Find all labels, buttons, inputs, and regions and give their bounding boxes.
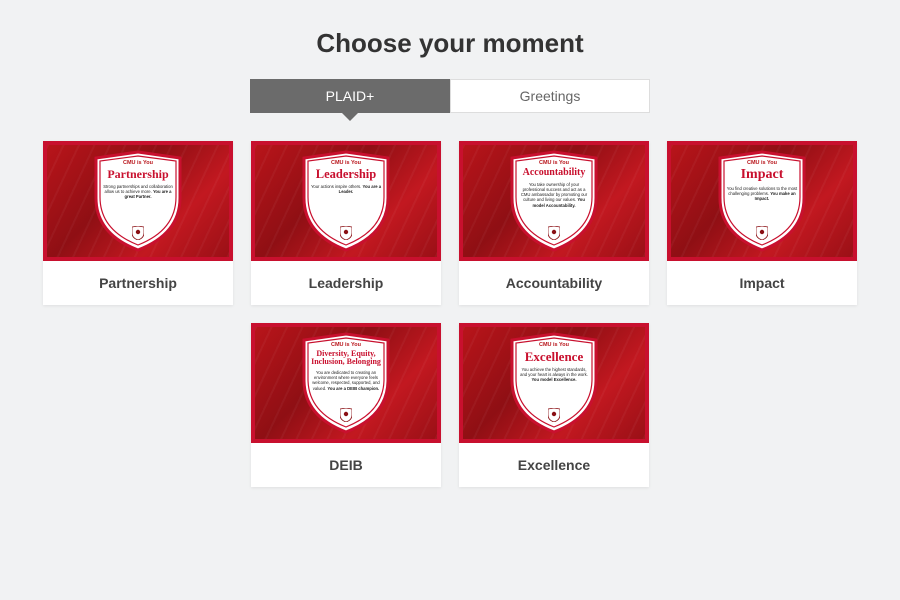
shield-icon: CMU is You Excellence You achieve the high…: [506, 332, 602, 434]
card-image: CMU is You Accountability You take ownersh…: [459, 141, 649, 261]
shield-title: Accountability: [510, 168, 598, 179]
card-image: CMU is You Diversity, Equity, Inclusion, …: [251, 323, 441, 443]
card-image: CMU is You Excellence You achieve the high…: [459, 323, 649, 443]
shield-title: Partnership: [94, 168, 182, 181]
tab-plaid-plus[interactable]: PLAID+: [250, 79, 450, 113]
shield-desc: You achieve the highest standards, and y…: [510, 367, 598, 383]
shield-icon: CMU is You Diversity, Equity, Inclusion, …: [298, 332, 394, 434]
shield-desc: You are dedicated to creating an environ…: [302, 370, 390, 391]
moment-card-accountability[interactable]: CMU is You Accountability You take ownersh…: [459, 141, 649, 305]
shield-brand: CMU is You: [302, 160, 390, 166]
shield-brand: CMU is You: [302, 342, 390, 348]
shield-title: Diversity, Equity, Inclusion, Belonging: [302, 350, 390, 367]
shield-desc: You find creative solutions to the most …: [718, 186, 806, 202]
page-title: Choose your moment: [0, 0, 900, 79]
tab-greetings[interactable]: Greetings: [450, 79, 650, 113]
mini-badge-icon: [756, 226, 768, 240]
mini-badge-icon: [132, 226, 144, 240]
moment-card-leadership[interactable]: CMU is You Leadership Your actions inspire…: [251, 141, 441, 305]
mini-badge-icon: [548, 408, 560, 422]
card-label: DEIB: [251, 443, 441, 487]
card-label: Impact: [667, 261, 857, 305]
moment-card-deib[interactable]: CMU is You Diversity, Equity, Inclusion, …: [251, 323, 441, 487]
mini-badge-icon: [340, 226, 352, 240]
shield-brand: CMU is You: [510, 342, 598, 348]
shield-title: Impact: [718, 168, 806, 183]
tab-bar: PLAID+ Greetings: [0, 79, 900, 113]
card-image: CMU is You Impact You find creative soluti…: [667, 141, 857, 261]
moment-card-partnership[interactable]: CMU is You Partnership Strong partnerships…: [43, 141, 233, 305]
shield-icon: CMU is You Impact You find creative soluti…: [714, 150, 810, 252]
moment-card-excellence[interactable]: CMU is You Excellence You achieve the high…: [459, 323, 649, 487]
shield-brand: CMU is You: [510, 160, 598, 166]
shield-desc: You take ownership of your professional …: [510, 182, 598, 208]
shield-icon: CMU is You Leadership Your actions inspire…: [298, 150, 394, 252]
card-label: Accountability: [459, 261, 649, 305]
moment-card-impact[interactable]: CMU is You Impact You find creative soluti…: [667, 141, 857, 305]
card-image: CMU is You Leadership Your actions inspire…: [251, 141, 441, 261]
shield-title: Leadership: [302, 168, 390, 181]
card-label: Excellence: [459, 443, 649, 487]
mini-badge-icon: [340, 408, 352, 422]
card-image: CMU is You Partnership Strong partnerships…: [43, 141, 233, 261]
shield-icon: CMU is You Partnership Strong partnerships…: [90, 150, 186, 252]
shield-desc: Strong partnerships and collaboration al…: [94, 184, 182, 200]
shield-desc: Your actions inspire others. You are a L…: [302, 184, 390, 195]
shield-brand: CMU is You: [94, 160, 182, 166]
shield-icon: CMU is You Accountability You take ownersh…: [506, 150, 602, 252]
shield-title: Excellence: [510, 350, 598, 364]
mini-badge-icon: [548, 226, 560, 240]
card-label: Partnership: [43, 261, 233, 305]
shield-brand: CMU is You: [718, 160, 806, 166]
card-grid: CMU is You Partnership Strong partnerships…: [0, 141, 900, 487]
card-label: Leadership: [251, 261, 441, 305]
